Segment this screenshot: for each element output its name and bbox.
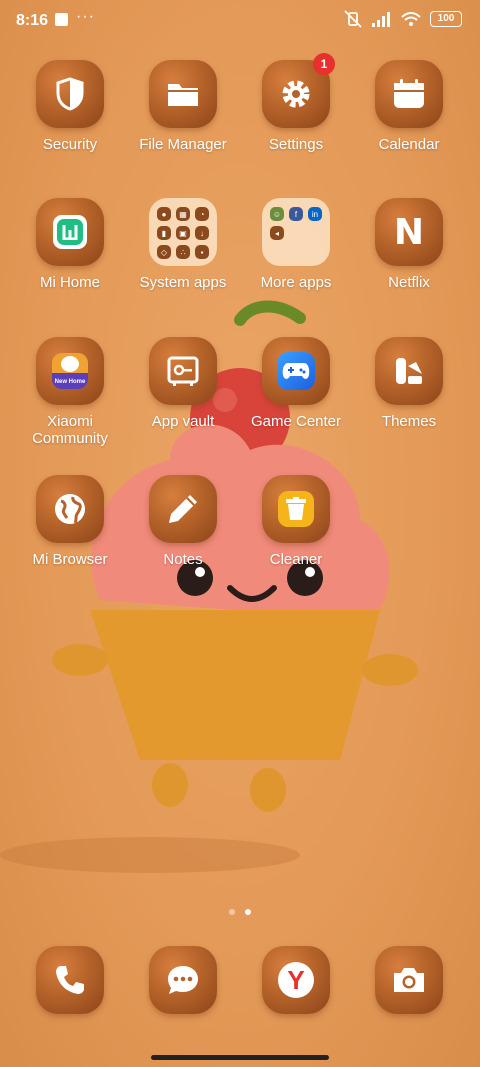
app-label: Xiaomi Community xyxy=(32,413,108,447)
pencil-icon xyxy=(149,475,217,543)
themes-icon xyxy=(375,337,443,405)
camera-icon xyxy=(375,946,443,1014)
app-themes[interactable]: Themes xyxy=(353,337,465,430)
app-label: Netflix xyxy=(388,274,430,291)
gesture-home-bar[interactable] xyxy=(151,1055,329,1060)
folder-grid-icon: ☺ f in ◂ xyxy=(262,198,330,266)
status-time: 8:16 xyxy=(16,12,49,29)
signal-icon xyxy=(372,11,390,27)
app-mini-icon: ☺ xyxy=(270,207,284,221)
scanner-icon: ▣ xyxy=(176,226,190,240)
app-label: App vault xyxy=(151,413,215,430)
compass-icon: ◇ xyxy=(157,245,171,259)
facebook-icon: f xyxy=(289,207,303,221)
gear-icon: 1 xyxy=(262,53,335,128)
app-xiaomi-community[interactable]: New Home Xiaomi Community xyxy=(14,337,126,447)
folder-system-apps[interactable]: ● ▦ ◔ ▮ ▣ ↓ ◇ ∴ ▪ System apps xyxy=(127,198,239,291)
app-label: Security xyxy=(42,136,98,153)
notification-square-icon xyxy=(55,13,68,26)
yandex-icon: Y xyxy=(262,946,330,1014)
app-notes[interactable]: Notes xyxy=(127,475,239,568)
app-label: File Manager xyxy=(139,136,227,153)
app-mi-browser[interactable]: Mi Browser xyxy=(14,475,126,568)
gamepad-icon xyxy=(262,337,330,405)
app-label: System apps xyxy=(139,274,227,291)
dock-yandex[interactable]: Y xyxy=(240,946,352,1014)
lock-icon: ▪ xyxy=(195,245,209,259)
netflix-icon: N xyxy=(375,198,443,266)
battery-indicator: 100 xyxy=(430,11,462,27)
app-mi-home[interactable]: Mi Home xyxy=(14,198,126,291)
app-security[interactable]: Security xyxy=(14,60,126,153)
app-label: Game Center xyxy=(250,413,342,430)
status-bar: 8:16 ··· 100 xyxy=(0,0,480,42)
app-label: Mi Home xyxy=(39,274,100,291)
wifi-icon xyxy=(401,11,421,26)
calendar-icon xyxy=(375,60,443,128)
more-notifications-icon: ··· xyxy=(76,8,95,25)
message-icon xyxy=(149,946,217,1014)
new-home-text: New Home xyxy=(54,379,86,385)
app-label: Notes xyxy=(163,551,203,568)
linkedin-icon: in xyxy=(308,207,322,221)
clock-icon: ◔ xyxy=(195,207,209,221)
vault-icon xyxy=(149,337,217,405)
yandex-logo: Y xyxy=(287,964,305,995)
app-label: Mi Browser xyxy=(32,551,108,568)
globe-icon xyxy=(36,475,104,543)
download-icon: ↓ xyxy=(195,226,209,240)
phone-icon xyxy=(36,946,104,1014)
notification-badge: 1 xyxy=(313,53,335,75)
page-indicator xyxy=(0,909,480,915)
contacts-icon: ● xyxy=(157,207,171,221)
app-label: Calendar xyxy=(378,136,440,153)
app-vault[interactable]: App vault xyxy=(127,337,239,430)
app-netflix[interactable]: N Netflix xyxy=(353,198,465,291)
share-icon: ∴ xyxy=(176,245,190,259)
dock-messaging[interactable] xyxy=(127,946,239,1014)
app-label: More apps xyxy=(260,274,332,291)
app-cleaner[interactable]: Cleaner xyxy=(240,475,352,568)
vibrate-off-icon xyxy=(344,10,362,28)
mic-icon: ▮ xyxy=(157,226,171,240)
xiaomi-community-icon: New Home xyxy=(36,337,104,405)
dock-phone[interactable] xyxy=(14,946,126,1014)
trash-icon xyxy=(262,475,330,543)
app-game-center[interactable]: Game Center xyxy=(240,337,352,430)
folder-more-apps[interactable]: ☺ f in ◂ More apps xyxy=(240,198,352,291)
dock-camera[interactable] xyxy=(353,946,465,1014)
shield-icon xyxy=(36,60,104,128)
page-dot[interactable] xyxy=(229,909,235,915)
mi-home-icon xyxy=(36,198,104,266)
app-file-manager[interactable]: File Manager xyxy=(127,60,239,153)
netflix-logo: N xyxy=(393,211,425,253)
page-dot-active[interactable] xyxy=(245,909,251,915)
folder-icon xyxy=(149,60,217,128)
calculator-icon: ▦ xyxy=(176,207,190,221)
app-label: Cleaner xyxy=(269,551,323,568)
app-label: Settings xyxy=(268,136,324,153)
app-label: Themes xyxy=(381,413,437,430)
music-icon: ◂ xyxy=(270,226,284,240)
app-settings[interactable]: 1 Settings xyxy=(240,53,352,153)
app-calendar[interactable]: Calendar xyxy=(353,60,465,153)
folder-grid-icon: ● ▦ ◔ ▮ ▣ ↓ ◇ ∴ ▪ xyxy=(149,198,217,266)
